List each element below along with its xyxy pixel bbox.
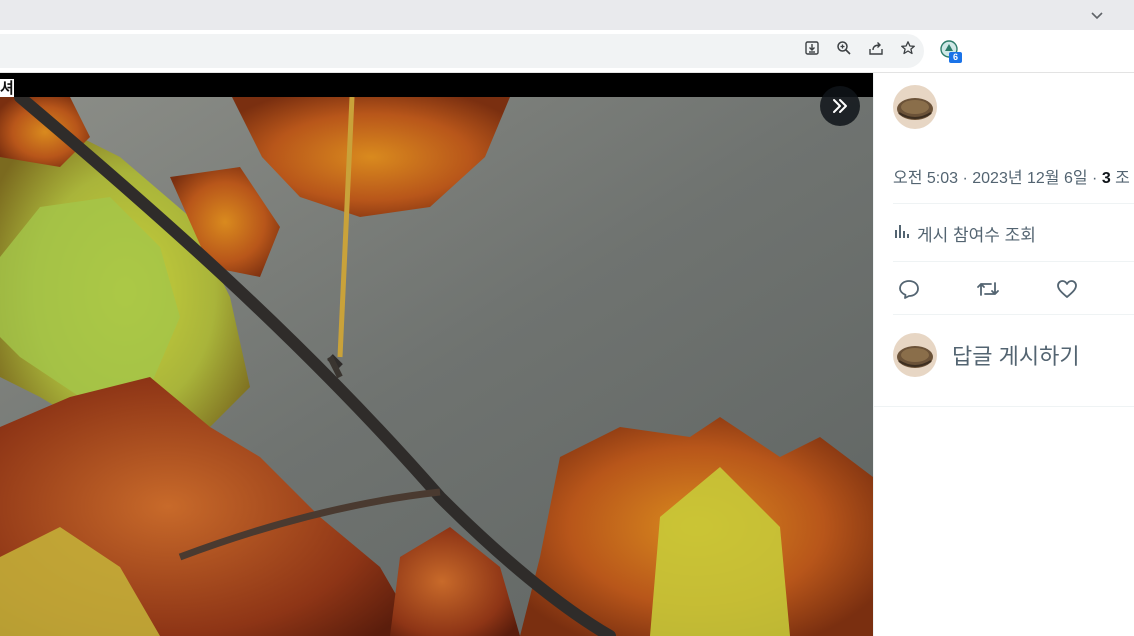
author-avatar[interactable] [893,85,937,129]
view-label: 조 [1110,170,1130,187]
autumn-leaves-photo[interactable] [0,97,873,636]
reply-composer[interactable]: 답글 게시하기 [893,331,1133,379]
address-bar[interactable] [0,34,924,68]
divider [893,314,1134,315]
analytics-label: 게시 참여수 조회 [917,226,1036,245]
view-count: 3 [1101,170,1111,187]
browser-toolbar: 6 [0,30,1134,73]
zoom-icon[interactable] [835,39,853,57]
reply-icon[interactable] [895,275,923,303]
tab-strip [0,0,1134,30]
bookmark-star-icon[interactable] [899,39,917,57]
divider [893,261,1134,262]
current-user-avatar [893,333,937,377]
double-chevron-right-icon[interactable] [820,86,860,126]
media-caption-fragment: 셔 [0,77,14,98]
like-icon[interactable] [1053,275,1081,303]
media-viewer: 셔 [0,73,873,636]
divider [893,203,1134,204]
install-icon[interactable] [803,39,821,57]
repost-icon[interactable] [974,275,1002,303]
timestamp-text[interactable]: 오전 5:03 · 2023년 12월 6일 · [893,170,1102,187]
reply-input[interactable]: 답글 게시하기 [952,339,1080,371]
extension-icon[interactable]: 6 [937,39,963,63]
bar-chart-icon [893,222,911,245]
post-actions [893,275,1133,303]
divider [874,406,1134,407]
share-icon[interactable] [867,39,885,57]
post-analytics-link[interactable]: 게시 참여수 조회 [893,221,1036,246]
extension-badge: 6 [949,52,962,63]
post-timestamp: 오전 5:03 · 2023년 12월 6일 · 3 조 [893,164,1130,188]
tab-list-chevron-icon[interactable] [1088,6,1106,24]
post-detail-panel: 오전 5:03 · 2023년 12월 6일 · 3 조 게시 참여수 조회 답… [873,73,1134,636]
